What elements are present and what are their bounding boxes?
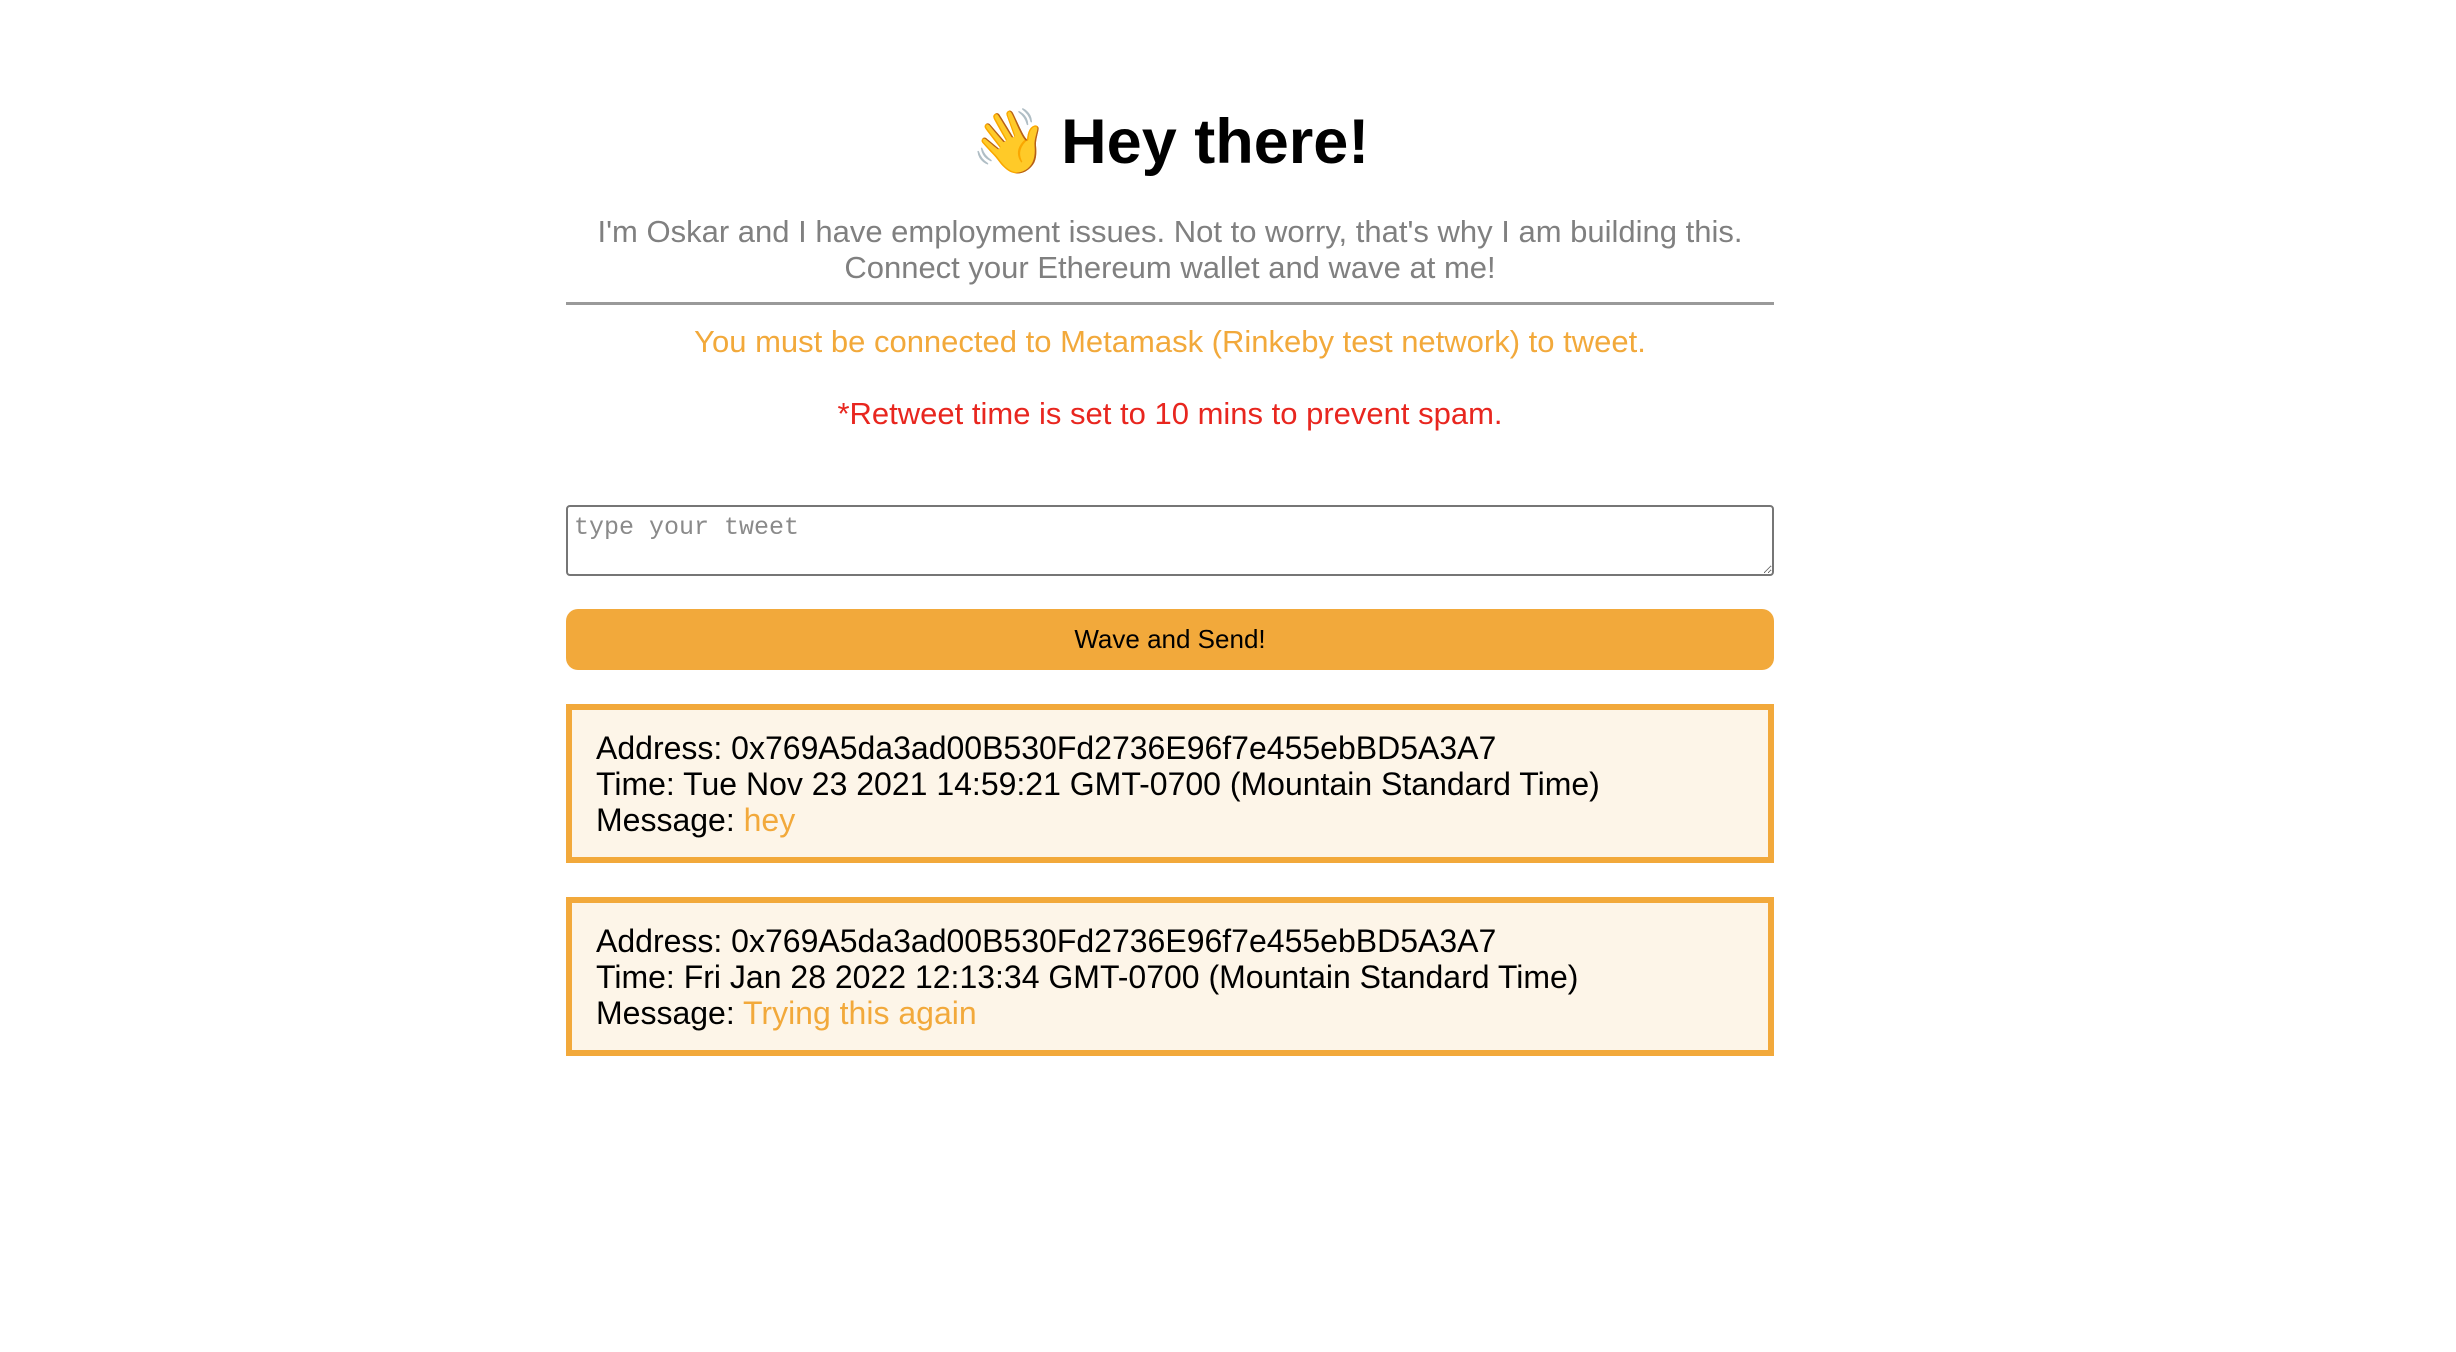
page-title: 👋 Hey there! bbox=[566, 102, 1774, 182]
bio-text: I'm Oskar and I have employment issues. … bbox=[597, 214, 1743, 285]
wave-time: Time: Fri Jan 28 2022 12:13:34 GMT-0700 … bbox=[596, 959, 1579, 995]
wave-time: Time: Tue Nov 23 2021 14:59:21 GMT-0700 … bbox=[596, 766, 1600, 802]
wave-card: Address: 0x769A5da3ad00B530Fd2736E96f7e4… bbox=[566, 704, 1774, 863]
wave-address: Address: 0x769A5da3ad00B530Fd2736E96f7e4… bbox=[596, 730, 1497, 766]
wave-and-send-button[interactable]: Wave and Send! bbox=[566, 609, 1774, 670]
tweet-input[interactable] bbox=[566, 505, 1774, 576]
waving-hand-icon: 👋 bbox=[970, 107, 1050, 177]
spam-warning: *Retweet time is set to 10 mins to preve… bbox=[837, 396, 1503, 431]
wave-message: Message: hey bbox=[596, 802, 796, 838]
wave-address: Address: 0x769A5da3ad00B530Fd2736E96f7e4… bbox=[596, 923, 1497, 959]
title-text: Hey there! bbox=[1061, 107, 1370, 177]
divider bbox=[566, 302, 1774, 305]
wave-card: Address: 0x769A5da3ad00B530Fd2736E96f7e4… bbox=[566, 897, 1774, 1056]
wave-message: Message: Trying this again bbox=[596, 995, 977, 1031]
metamask-notice: You must be connected to Metamask (Rinke… bbox=[694, 324, 1646, 359]
